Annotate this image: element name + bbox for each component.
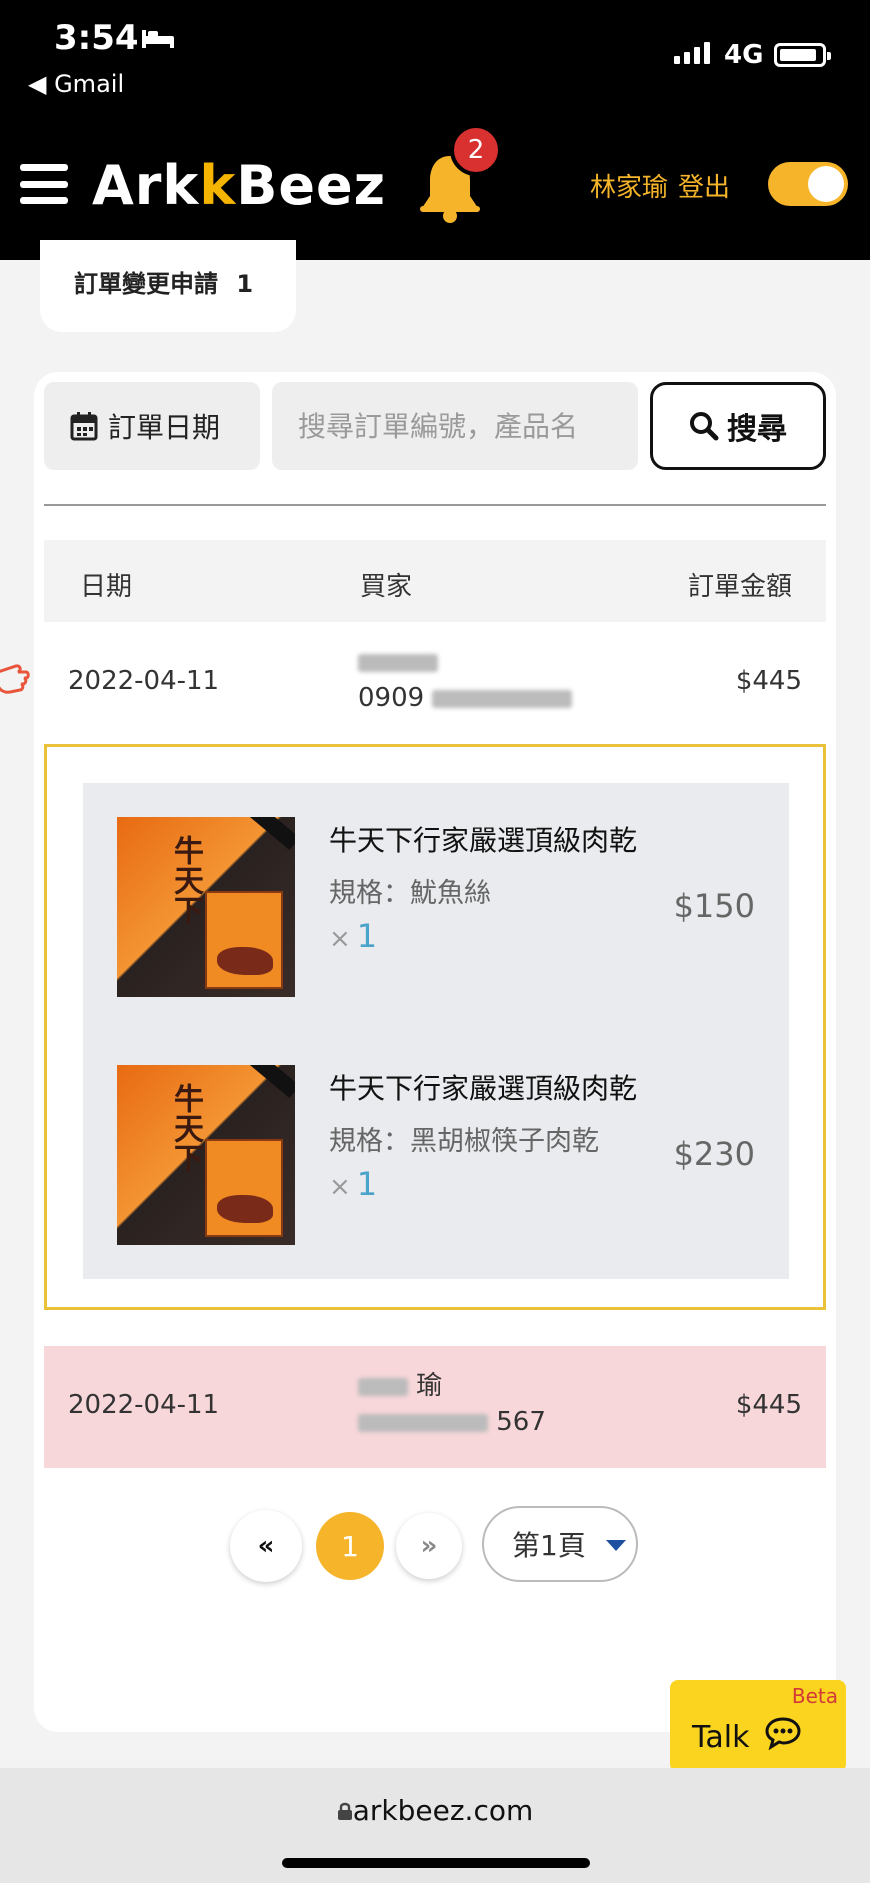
talk-label: Talk	[692, 1720, 750, 1755]
column-amount: 訂單金額	[687, 572, 792, 602]
buyer-phone: 0909	[358, 683, 425, 713]
product-spec: 規格：黑胡椒筷子肉乾	[329, 1126, 599, 1157]
order-date-filter-button[interactable]: 訂單日期	[44, 382, 260, 470]
column-buyer: 買家	[360, 572, 413, 602]
product-quantity: × 1	[329, 917, 378, 955]
calendar-icon	[70, 412, 98, 441]
order-date-label: 訂單日期	[108, 411, 221, 444]
row-amount: $445	[735, 1390, 802, 1420]
row-date: 2022-04-11	[68, 1390, 220, 1420]
pointer-hand-icon	[0, 664, 30, 694]
order-item: 牛天下 牛天下行家嚴選頂級肉乾 規格：魷魚絲 × 1 $150	[83, 783, 789, 1031]
search-icon	[690, 412, 719, 441]
app-header: Ark k Beez 2 林家瑜 登出	[0, 104, 870, 260]
user-name: 林家瑜	[590, 173, 669, 203]
product-spec: 規格：魷魚絲	[329, 878, 491, 909]
product-price: $150	[673, 887, 755, 925]
multiply-icon: ×	[329, 924, 351, 954]
divider	[44, 504, 826, 506]
column-date: 日期	[80, 572, 133, 602]
notification-count-badge: 2	[450, 124, 502, 176]
lock-icon	[337, 1802, 352, 1820]
arkbeez-logo[interactable]: Ark k Beez	[92, 154, 386, 217]
product-price: $230	[673, 1135, 755, 1173]
browser-url-bar[interactable]: arkbeez.com	[0, 1768, 870, 1883]
page-select[interactable]: 第1頁	[482, 1506, 638, 1582]
change-request-count: 1	[236, 270, 254, 298]
home-indicator	[282, 1858, 590, 1868]
multiply-icon: ×	[329, 1172, 351, 1202]
caret-down-icon	[606, 1540, 626, 1551]
sleep-focus-icon	[142, 30, 174, 48]
product-image: 牛天下	[117, 1065, 295, 1245]
talk-chat-button[interactable]: Beta Talk	[670, 1680, 846, 1772]
status-time: 3:54	[54, 18, 139, 58]
page-select-value: 第1頁	[512, 1529, 586, 1562]
search-button[interactable]: 搜尋	[650, 382, 826, 470]
next-page-button[interactable]: »	[396, 1513, 462, 1579]
product-name: 牛天下行家嚴選頂級肉乾	[329, 824, 638, 857]
product-name: 牛天下行家嚴選頂級肉乾	[329, 1072, 638, 1105]
url-text: arkbeez.com	[0, 1794, 870, 1827]
table-row[interactable]: 2022-04-11 瑜 567 $445	[44, 1346, 826, 1468]
chat-bubble-icon	[765, 1717, 801, 1750]
row-date: 2022-04-11	[68, 666, 220, 696]
status-bar: 3:54 ◀ Gmail 4G	[0, 0, 870, 104]
order-search-input[interactable]	[272, 382, 638, 470]
current-page-button[interactable]: 1	[316, 1512, 384, 1580]
orders-table-header: 日期 買家 訂單金額	[44, 540, 826, 622]
mode-toggle[interactable]	[768, 162, 848, 206]
user-info: 林家瑜 登出	[590, 167, 730, 204]
order-detail-panel: 牛天下 牛天下行家嚴選頂級肉乾 規格：魷魚絲 × 1 $150 牛天下 牛天下行家…	[44, 744, 826, 1310]
product-image: 牛天下	[117, 817, 295, 997]
beta-badge: Beta	[791, 1684, 838, 1708]
order-item: 牛天下 牛天下行家嚴選頂級肉乾 規格：黑胡椒筷子肉乾 × 1 $230	[83, 1031, 789, 1279]
row-amount: $445	[735, 666, 802, 696]
notification-bell-icon[interactable]: 2	[418, 124, 502, 224]
change-request-label: 訂單變更申請	[74, 270, 218, 298]
first-page-button[interactable]: «	[230, 1510, 302, 1582]
battery-icon	[774, 43, 831, 67]
signal-icon	[674, 40, 710, 64]
back-to-app-link[interactable]: ◀ Gmail	[28, 70, 124, 98]
table-row[interactable]: 2022-04-11 0909 $445	[44, 622, 826, 744]
network-type: 4G	[724, 40, 764, 70]
row-buyer: 瑜 567	[358, 1368, 546, 1440]
menu-icon[interactable]	[20, 164, 68, 204]
row-buyer: 0909	[358, 644, 573, 716]
search-button-label: 搜尋	[727, 412, 787, 447]
logout-link[interactable]: 登出	[678, 173, 730, 203]
buyer-phone: 567	[496, 1407, 546, 1437]
buyer-name: 瑜	[416, 1371, 443, 1401]
product-quantity: × 1	[329, 1165, 378, 1203]
order-change-request-tab[interactable]: 訂單變更申請 1	[40, 240, 296, 332]
